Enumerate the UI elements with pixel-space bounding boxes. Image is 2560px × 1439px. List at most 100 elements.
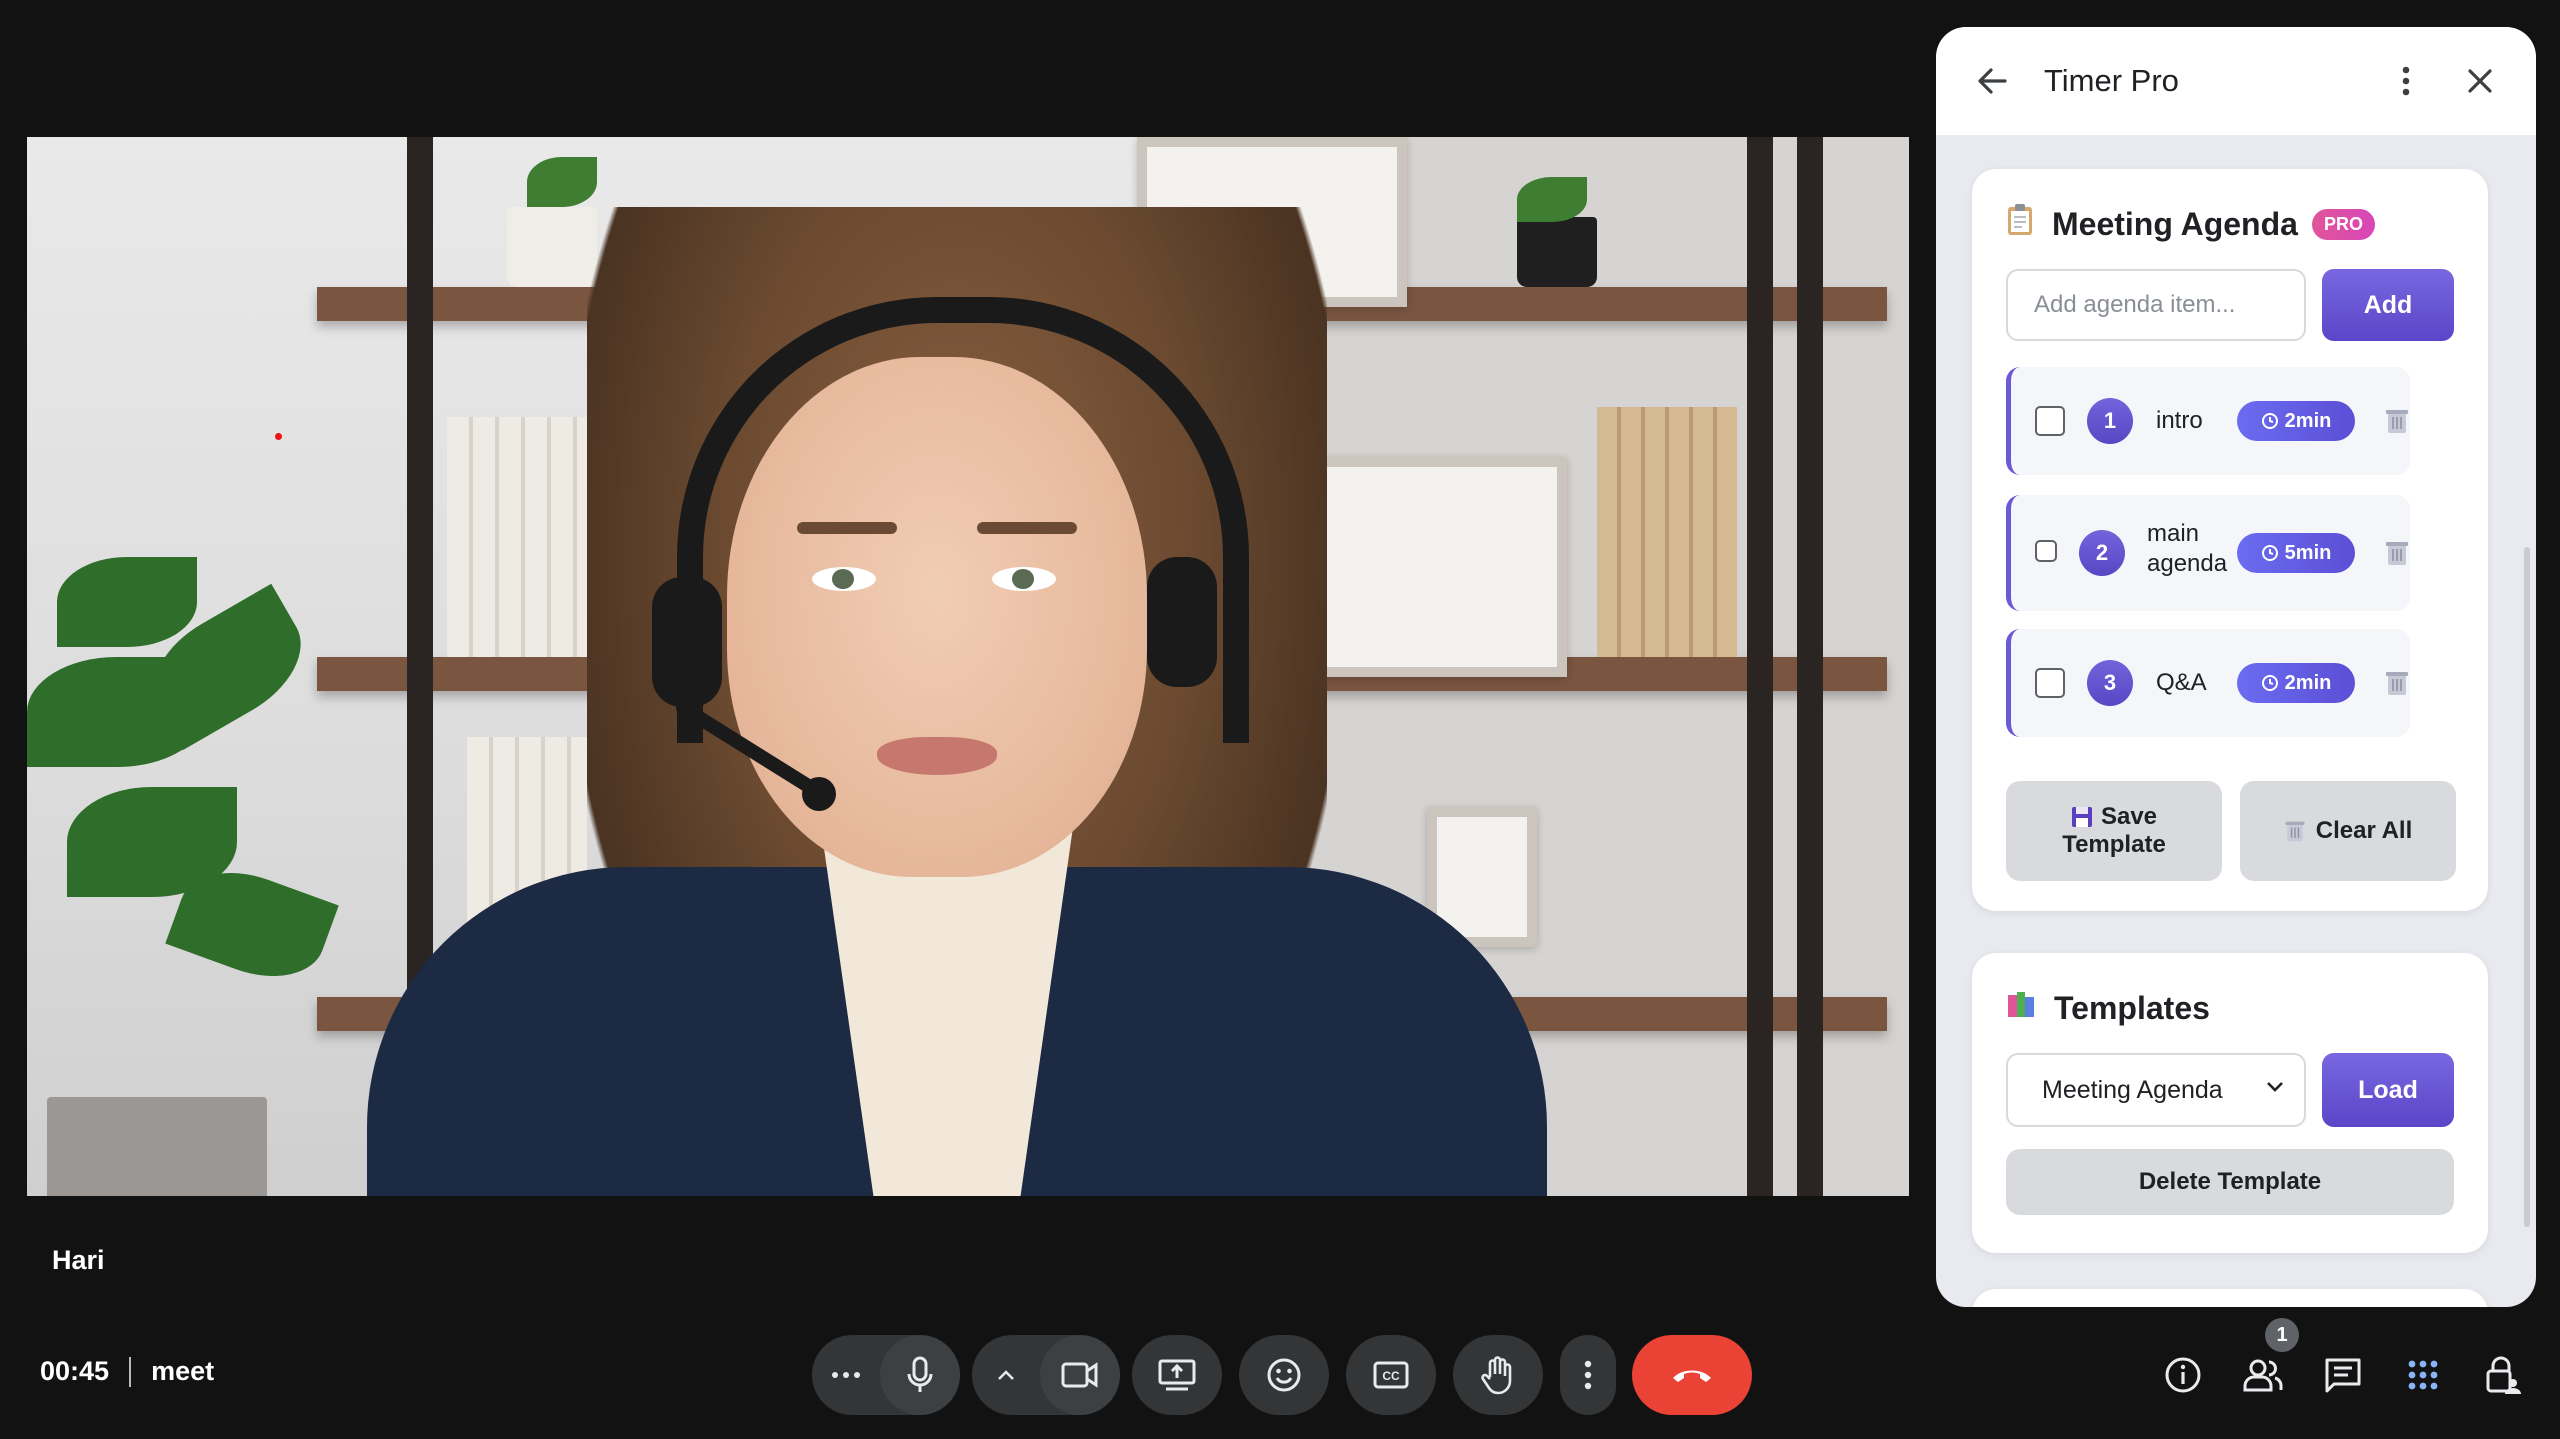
meeting-info: 00:45 meet (40, 1356, 214, 1387)
close-panel-button[interactable] (2454, 55, 2506, 107)
item-checkbox[interactable] (2035, 540, 2057, 562)
camera-button[interactable] (1040, 1335, 1120, 1415)
trash-icon (2285, 821, 2305, 842)
panel-menu-button[interactable] (2380, 55, 2432, 107)
save-template-label: Template (2062, 831, 2166, 858)
hang-up-icon (1673, 1370, 1711, 1382)
participant-name: Hari (52, 1245, 105, 1275)
pro-badge: PRO (2311, 208, 2375, 240)
panel-title: Timer Pro (2044, 63, 2179, 98)
meeting-details-button[interactable] (2158, 1350, 2208, 1400)
arrow-back-icon (1978, 68, 2007, 94)
back-button[interactable] (1966, 55, 2018, 107)
books-icon (2006, 989, 2036, 1027)
item-label: intro (2156, 407, 2203, 434)
clipboard-icon (2006, 203, 2034, 245)
close-icon (2468, 69, 2492, 93)
leave-call-button[interactable] (1632, 1335, 1752, 1415)
item-duration-badge[interactable]: 5min (2237, 533, 2355, 573)
headset-mic (802, 777, 836, 811)
templates-title: Templates (2054, 989, 2210, 1026)
save-template-button[interactable]: Save Template (2006, 781, 2222, 881)
item-checkbox[interactable] (2035, 406, 2065, 436)
template-select-value: Meeting Agenda (2042, 1075, 2223, 1104)
headset-earcup (652, 577, 722, 707)
save-template-line1: Save (2071, 803, 2157, 831)
plant-leaf (1517, 177, 1587, 222)
chat-icon (2325, 1358, 2361, 1393)
next-card (1972, 1289, 2488, 1307)
chat-button[interactable] (2318, 1350, 2368, 1400)
trash-icon (2386, 542, 2408, 565)
clock-icon (2261, 545, 2278, 561)
templates-header: Templates (2006, 989, 2210, 1027)
delete-item-button[interactable] (2383, 405, 2411, 437)
books (1597, 407, 1737, 657)
people-icon (2243, 1359, 2283, 1392)
chevron-up-icon (998, 1370, 1014, 1380)
captions-icon: CC (1373, 1361, 1409, 1389)
template-select[interactable]: Meeting Agenda (2006, 1053, 2306, 1127)
people-count-badge: 1 (2265, 1318, 2299, 1352)
item-label-line: main (2147, 520, 2200, 547)
clock-icon (2261, 675, 2278, 691)
agenda-header: Meeting Agenda PRO (2006, 203, 2375, 245)
item-duration-badge[interactable]: 2min (2237, 663, 2355, 703)
add-item-button[interactable]: Add (2322, 269, 2454, 341)
agenda-title: Meeting Agenda (2052, 205, 2298, 242)
item-number: 3 (2087, 660, 2133, 706)
more-vert-icon (1584, 1360, 1592, 1390)
activities-button[interactable] (2398, 1350, 2448, 1400)
captions-button[interactable]: CC (1346, 1335, 1436, 1415)
item-checkbox[interactable] (2035, 668, 2065, 698)
delete-template-button[interactable]: Delete Template (2006, 1149, 2454, 1215)
delete-item-button[interactable] (2383, 537, 2411, 569)
shelf-post (1747, 137, 1773, 1196)
delete-item-button[interactable] (2383, 667, 2411, 699)
present-button[interactable] (1132, 1335, 1222, 1415)
apps-grid-icon (2408, 1360, 2438, 1390)
books (447, 417, 607, 657)
lock-person-icon (2486, 1356, 2521, 1394)
shelf-post (1797, 137, 1823, 1196)
camera-icon (1061, 1362, 1098, 1388)
more-options-button[interactable] (1560, 1335, 1616, 1415)
divider (129, 1356, 132, 1387)
emoji-icon (1267, 1358, 1301, 1392)
item-duration: 2min (2284, 409, 2332, 432)
hand-icon (1481, 1356, 1512, 1395)
plant-pot (1517, 217, 1597, 287)
templates-card: Templates Meeting Agenda Load Delete Tem… (1972, 953, 2488, 1253)
item-label-line: agenda (2147, 550, 2228, 577)
item-duration: 2min (2284, 671, 2332, 694)
agenda-card: Meeting Agenda PRO Add 1 intro 2min 2 ma… (1972, 169, 2488, 911)
meeting-code: meet (151, 1356, 215, 1386)
recording-dot (275, 433, 282, 440)
plant-pot (507, 207, 597, 287)
item-duration-badge[interactable]: 2min (2237, 401, 2355, 441)
audio-options-button[interactable] (812, 1371, 880, 1379)
more-vert-icon (2402, 66, 2410, 96)
people-button[interactable] (2238, 1350, 2288, 1400)
more-horiz-icon (832, 1372, 860, 1378)
mic-button[interactable] (880, 1335, 960, 1415)
trash-icon (2386, 410, 2408, 433)
raise-hand-button[interactable] (1453, 1335, 1543, 1415)
timer-pro-panel: Timer Pro Meeting Agenda PRO Add 1 intro… (1936, 27, 2536, 1307)
panel-scrollbar[interactable] (2524, 547, 2530, 1227)
agenda-item: 1 intro 2min (2006, 367, 2410, 475)
reactions-button[interactable] (1239, 1335, 1329, 1415)
item-label: main agenda (2147, 519, 2227, 579)
floppy-disk-icon (2071, 807, 2092, 827)
host-controls-button[interactable] (2478, 1350, 2528, 1400)
mic-icon (907, 1356, 933, 1392)
trash-icon (2386, 672, 2408, 695)
video-group (972, 1335, 1120, 1415)
item-duration: 5min (2284, 541, 2332, 564)
clear-all-button[interactable]: Clear All (2240, 781, 2456, 881)
svg-text:CC: CC (1382, 1369, 1400, 1383)
video-options-button[interactable] (972, 1369, 1040, 1381)
load-template-button[interactable]: Load (2322, 1053, 2454, 1127)
agenda-item-input[interactable] (2006, 269, 2306, 341)
agenda-item: 2 main agenda 5min (2006, 495, 2410, 611)
